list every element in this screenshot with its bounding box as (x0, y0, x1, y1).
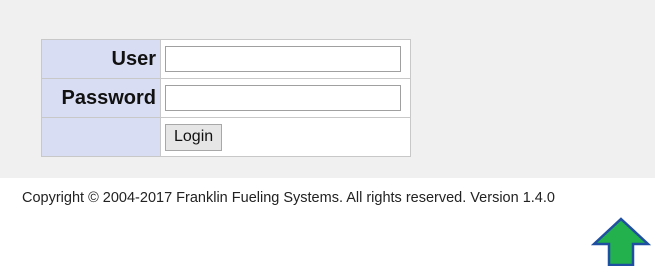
up-arrow-icon (591, 217, 651, 266)
login-panel: User Password Login Copyright © 2004-201… (0, 0, 655, 206)
login-button-cell: Login (160, 117, 411, 157)
empty-label-cell (41, 117, 161, 157)
user-field-cell (160, 39, 411, 79)
copyright-text: Copyright © 2004-2017 Franklin Fueling S… (22, 190, 555, 206)
password-label: Password (41, 78, 161, 118)
user-row: User (41, 39, 411, 79)
user-label: User (41, 39, 161, 79)
user-input[interactable] (165, 46, 401, 72)
password-input[interactable] (165, 85, 401, 111)
password-field-cell (160, 78, 411, 118)
login-form: User Password Login (41, 39, 411, 157)
password-row: Password (41, 78, 411, 118)
login-button[interactable]: Login (165, 123, 223, 151)
submit-row: Login (41, 117, 411, 157)
